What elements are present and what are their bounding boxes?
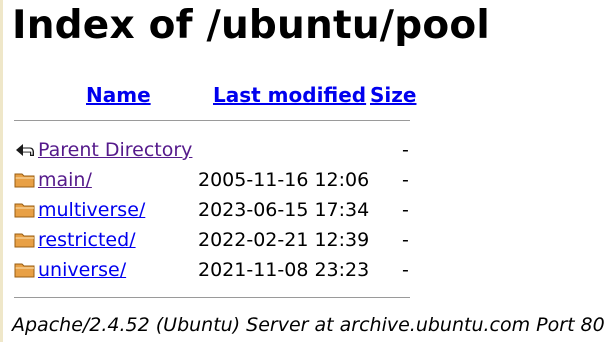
folder-icon — [14, 201, 36, 219]
folder-icon — [14, 261, 36, 279]
directory-link-restricted[interactable]: restricted/ — [38, 226, 136, 254]
directory-link-main[interactable]: main/ — [38, 166, 92, 194]
row-size: - — [402, 229, 409, 251]
folder-icon — [14, 171, 36, 189]
listing-row-main: main/ 2005-11-16 12:06 - — [14, 166, 414, 194]
directory-link-universe[interactable]: universe/ — [38, 256, 126, 284]
listing-row-parent-directory: Parent Directory - — [14, 136, 414, 164]
page-title: Index of /ubuntu/pool — [12, 3, 490, 48]
column-header-last-modified[interactable]: Last modified — [213, 82, 366, 108]
window-edge — [0, 0, 3, 342]
column-header-size[interactable]: Size — [370, 82, 416, 108]
listing-row-universe: universe/ 2021-11-08 23:23 - — [14, 256, 414, 284]
folder-icon — [14, 231, 36, 249]
listing-row-multiverse: multiverse/ 2023-06-15 17:34 - — [14, 196, 414, 224]
row-size: - — [402, 199, 409, 221]
row-date: 2022-02-21 12:39 — [198, 229, 370, 251]
row-size: - — [402, 169, 409, 191]
parent-directory-link[interactable]: Parent Directory — [38, 136, 192, 164]
row-size: - — [402, 259, 409, 281]
footer-divider — [14, 297, 410, 298]
row-date: 2005-11-16 12:06 — [198, 169, 370, 191]
row-size: - — [402, 139, 409, 161]
header-divider — [14, 120, 410, 121]
listing-row-restricted: restricted/ 2022-02-21 12:39 - — [14, 226, 414, 254]
row-date: 2023-06-15 17:34 — [198, 199, 370, 221]
row-date: 2021-11-08 23:23 — [198, 259, 370, 281]
directory-link-multiverse[interactable]: multiverse/ — [38, 196, 145, 224]
column-header-name[interactable]: Name — [86, 82, 151, 108]
back-icon — [14, 141, 36, 159]
server-signature: Apache/2.4.52 (Ubuntu) Server at archive… — [12, 314, 605, 336]
